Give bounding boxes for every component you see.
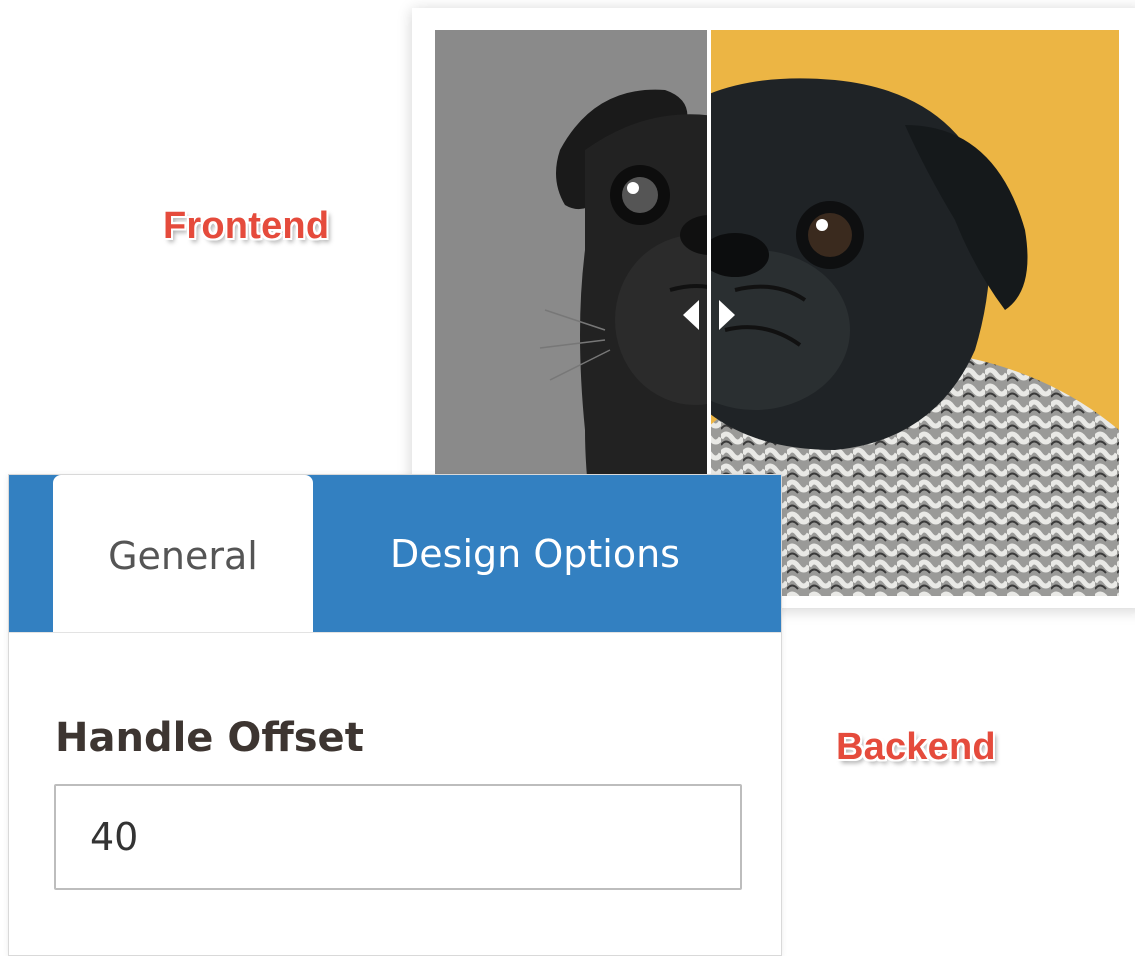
handle-offset-label: Handle Offset (55, 715, 364, 761)
backend-callout: Backend (836, 726, 996, 768)
handle-offset-input[interactable] (54, 784, 742, 890)
tab-divider (9, 632, 781, 633)
tab-general[interactable]: General (53, 475, 313, 637)
settings-panel: General Design Options Handle Offset (8, 474, 782, 956)
frontend-callout: Frontend (163, 205, 330, 247)
tab-design-options[interactable]: Design Options (313, 475, 757, 633)
tab-bar: General Design Options (9, 475, 781, 637)
